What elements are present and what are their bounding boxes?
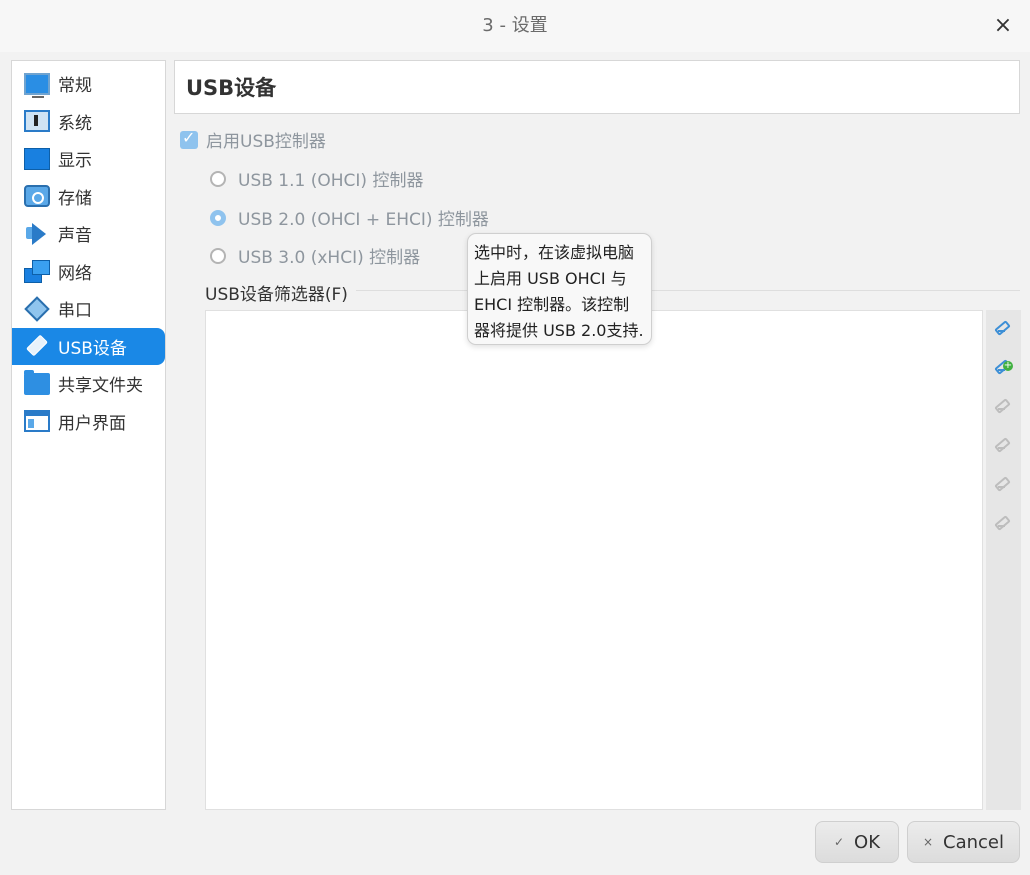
- sidebar-item-label: 用户界面: [58, 413, 126, 434]
- tooltip-line: 器将提供 USB 2.0支持.: [474, 321, 644, 340]
- sidebar-item-general[interactable]: 常规: [12, 65, 165, 103]
- usb-3-0-label: USB 3.0 (xHCI) 控制器: [238, 248, 421, 268]
- sidebar-item-label: 网络: [58, 263, 92, 284]
- sidebar-item-user-interface[interactable]: 用户界面: [12, 403, 165, 441]
- add-filter-icon[interactable]: [994, 318, 1014, 338]
- enable-usb-controller-checkbox[interactable]: 启用USB控制器: [180, 127, 326, 152]
- usb-2-0-radio[interactable]: USB 2.0 (OHCI + EHCI) 控制器: [210, 205, 489, 230]
- monitor-icon: [24, 72, 50, 98]
- cancel-button[interactable]: × Cancel: [907, 821, 1020, 863]
- sidebar-item-label: 显示: [58, 151, 92, 172]
- checkbox-checked-icon: [180, 128, 198, 149]
- settings-sidebar: 常规 系统 显示 存储 声音 网络 串口 USB设备 共享文件夹 用户界面: [11, 60, 166, 810]
- check-icon: ✓: [833, 835, 845, 849]
- usb-1-1-label: USB 1.1 (OHCI) 控制器: [238, 171, 424, 191]
- usb-2-0-label: USB 2.0 (OHCI + EHCI) 控制器: [238, 210, 489, 230]
- sidebar-item-label: 声音: [58, 226, 92, 247]
- radio-icon: [210, 170, 226, 187]
- add-from-device-icon[interactable]: +: [994, 357, 1014, 377]
- sidebar-item-shared-folders[interactable]: 共享文件夹: [12, 365, 165, 403]
- edit-filter-icon[interactable]: [994, 396, 1014, 416]
- usb-3-0-radio[interactable]: USB 3.0 (xHCI) 控制器: [210, 243, 420, 268]
- sidebar-item-label: USB设备: [58, 338, 127, 359]
- folder-icon: [24, 369, 50, 395]
- close-icon[interactable]: ×: [990, 13, 1016, 39]
- network-icon: [24, 260, 50, 284]
- tooltip-line: EHCI 控制器。该控制: [474, 295, 630, 314]
- sidebar-item-serial[interactable]: 串口: [12, 290, 165, 328]
- close-icon: ×: [922, 835, 934, 849]
- usb-filter-list[interactable]: [205, 310, 983, 810]
- tooltip: 选中时，在该虚拟电脑 上启用 USB OHCI 与 EHCI 控制器。该控制 器…: [467, 233, 652, 345]
- move-up-icon[interactable]: [994, 474, 1014, 494]
- sidebar-item-label: 常规: [58, 76, 92, 97]
- sidebar-item-usb[interactable]: USB设备: [12, 327, 165, 365]
- enable-usb-label: 启用USB控制器: [206, 132, 326, 152]
- window-title: 3 - 设置: [482, 15, 548, 36]
- cancel-label: Cancel: [943, 831, 1005, 853]
- ok-button[interactable]: ✓ OK: [815, 821, 899, 863]
- ui-icon: [24, 410, 50, 433]
- display-icon: [24, 147, 50, 170]
- sidebar-item-label: 系统: [58, 113, 92, 134]
- serial-icon: [24, 298, 50, 320]
- sidebar-item-network[interactable]: 网络: [12, 253, 165, 291]
- tooltip-line: 选中时，在该虚拟电脑: [474, 243, 635, 262]
- sidebar-item-label: 共享文件夹: [58, 376, 143, 397]
- filter-toolbar: +: [986, 310, 1021, 810]
- title-bar: 3 - 设置 ×: [0, 0, 1030, 52]
- usb-filters-label: USB设备筛选器(F): [205, 285, 348, 305]
- page-header: USB设备: [174, 60, 1020, 114]
- sidebar-item-label: 存储: [58, 188, 92, 209]
- usb-icon: [24, 335, 50, 357]
- page-title: USB设备: [186, 76, 277, 100]
- disk-icon: [24, 185, 50, 208]
- sidebar-item-audio[interactable]: 声音: [12, 215, 165, 253]
- sidebar-item-system[interactable]: 系统: [12, 103, 165, 141]
- sidebar-item-label: 串口: [58, 301, 92, 322]
- radio-icon: [210, 247, 226, 264]
- sidebar-item-display[interactable]: 显示: [12, 140, 165, 178]
- remove-filter-icon[interactable]: [994, 435, 1014, 455]
- ok-label: OK: [854, 831, 881, 853]
- section-divider: [356, 290, 1020, 291]
- tooltip-line: 上启用 USB OHCI 与: [474, 269, 627, 288]
- usb-1-1-radio[interactable]: USB 1.1 (OHCI) 控制器: [210, 166, 423, 191]
- move-down-icon[interactable]: [994, 513, 1014, 533]
- radio-selected-icon: [210, 209, 226, 226]
- speaker-icon: [24, 222, 50, 245]
- sidebar-item-storage[interactable]: 存储: [12, 178, 165, 216]
- chip-icon: [24, 110, 50, 133]
